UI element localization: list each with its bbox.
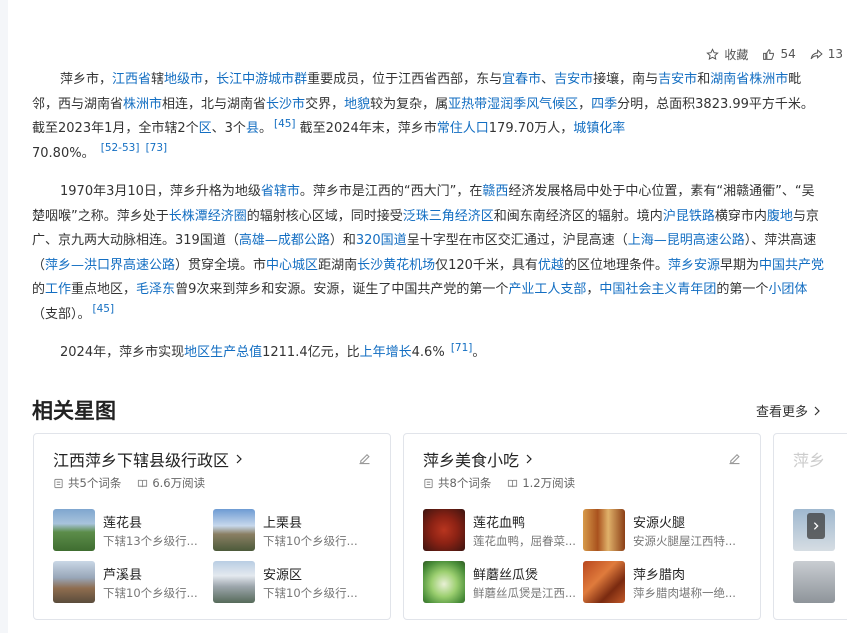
entry-thumbnail xyxy=(793,561,835,603)
entry-thumbnail xyxy=(53,509,95,551)
link[interactable]: 长沙黄花机场 xyxy=(357,258,435,273)
star-entry[interactable]: 安源区 下辖10个乡级行... xyxy=(213,561,378,605)
link[interactable]: 增长 xyxy=(386,345,412,360)
link[interactable]: 长沙市 xyxy=(266,97,305,112)
citation-ref[interactable]: [45] xyxy=(93,303,115,315)
star-icon xyxy=(706,47,720,60)
link[interactable]: 腹地 xyxy=(767,209,793,224)
link[interactable]: 产业工人支部 xyxy=(508,282,586,297)
star-entry[interactable]: 莲花血鸭 莲花血鸭，屈眷菜... xyxy=(423,509,588,553)
link[interactable]: 萍乡安源 xyxy=(668,258,720,273)
edit-icon[interactable] xyxy=(357,451,372,466)
link[interactable]: 长株潭经济圈 xyxy=(169,209,247,224)
chevron-right-icon xyxy=(236,454,242,464)
link[interactable]: 工作 xyxy=(45,282,71,297)
link[interactable]: 江西省 xyxy=(112,72,151,87)
view-more-link[interactable]: 查看更多 xyxy=(756,401,823,420)
book-icon xyxy=(138,479,148,487)
left-gutter xyxy=(0,0,8,633)
entry-toolbar: 收藏 54 13 xyxy=(706,44,847,64)
link[interactable]: 县 xyxy=(246,121,259,136)
entry-thumbnail xyxy=(583,509,625,551)
link[interactable]: 地貌 xyxy=(344,97,370,112)
article-summary: 萍乡市，江西省辖地级市，长江中游城市群重要成员，位于江西省西部，东与宜春市、吉安… xyxy=(32,68,824,366)
share-button[interactable]: 13 xyxy=(810,47,843,61)
entry-thumbnail xyxy=(213,561,255,603)
card-title[interactable]: 江西萍乡下辖县级行政区 xyxy=(53,447,245,471)
citation-ref[interactable]: [52-53] xyxy=(101,142,140,154)
link[interactable]: 地级市 xyxy=(164,72,203,87)
link[interactable]: 中国共产党 xyxy=(759,258,824,273)
star-entry[interactable]: 萍乡腊肉 萍乡腊肉堪称一绝... xyxy=(583,561,748,605)
link[interactable]: 吉安市 xyxy=(554,72,593,87)
card-title: 萍乡 xyxy=(793,451,826,470)
link[interactable]: 320国道 xyxy=(356,233,407,248)
chevron-right-icon xyxy=(814,406,820,415)
entry-thumbnail xyxy=(53,561,95,603)
link[interactable]: 上年 xyxy=(360,345,386,360)
link[interactable]: 长江中游城市群 xyxy=(216,72,307,87)
related-section-title: 相关星图 xyxy=(32,399,116,423)
share-count: 13 xyxy=(827,47,843,61)
star-entry[interactable]: 上栗县 下辖10个乡级行... xyxy=(213,509,378,553)
view-more-label: 查看更多 xyxy=(755,405,808,420)
link[interactable]: 高雄—成都公路 xyxy=(239,233,330,248)
link[interactable]: 优越 xyxy=(538,258,564,273)
entry-thumbnail xyxy=(583,561,625,603)
card-title[interactable]: 萍乡美食小吃 xyxy=(423,447,535,471)
link[interactable]: 区 xyxy=(199,121,212,136)
link[interactable]: 中心城区 xyxy=(266,258,318,273)
entries-icon xyxy=(54,478,63,488)
link[interactable]: 上海—昆明高速公路 xyxy=(628,233,745,248)
link[interactable]: 沪昆铁路 xyxy=(663,209,715,224)
star-entry[interactable]: 莲花县 下辖13个乡级行... xyxy=(53,509,218,553)
citation-ref[interactable]: [45] xyxy=(274,118,296,130)
link[interactable]: 城镇化率 xyxy=(573,121,625,136)
link[interactable]: 中国社会主义青年团 xyxy=(599,282,716,297)
entry-thumbnail xyxy=(423,509,465,551)
link[interactable]: 常住人口 xyxy=(437,121,489,136)
link[interactable]: 吉安市 xyxy=(658,72,697,87)
chevron-right-icon xyxy=(526,454,532,464)
link[interactable]: 毛泽东 xyxy=(136,282,175,297)
star-entry[interactable]: 鲜蘑丝瓜煲 鲜蘑丝瓜煲是江西... xyxy=(423,561,588,605)
carousel-next-button[interactable] xyxy=(807,513,825,539)
entry-thumbnail xyxy=(213,509,255,551)
edit-icon[interactable] xyxy=(727,451,742,466)
book-icon xyxy=(508,479,518,487)
link[interactable]: 萍乡—洪口界高速公路 xyxy=(45,258,175,273)
citation-ref[interactable]: [73] xyxy=(146,142,168,154)
summary-paragraph-2: 1970年3月10日，萍乡升格为地级省辖市。萍乡市是江西的“西大门”，在赣西经济… xyxy=(32,184,824,322)
citation-ref[interactable]: [71] xyxy=(451,342,473,354)
related-card-food[interactable]: 萍乡美食小吃 共8个词条 1.2万阅读 莲花血鸭 莲花血鸭，屈眷菜... 安源火… xyxy=(403,433,761,620)
link[interactable]: 宜春市 xyxy=(502,72,541,87)
link[interactable]: 赣西 xyxy=(482,184,508,199)
entry-thumbnail xyxy=(423,561,465,603)
entries-icon xyxy=(424,478,433,488)
star-entry[interactable]: 芦溪县 下辖10个乡级行... xyxy=(53,561,218,605)
summary-paragraph-1: 萍乡市，江西省辖地级市，长江中游城市群重要成员，位于江西省西部，东与宜春市、吉安… xyxy=(32,72,814,161)
star-entry[interactable]: 安源火腿 安源火腿屋江西特... xyxy=(583,509,748,553)
collect-label: 收藏 xyxy=(724,47,749,62)
card-meta: 共8个词条 1.2万阅读 xyxy=(423,475,591,491)
link[interactable]: 株洲市 xyxy=(749,72,788,87)
link[interactable]: 泛珠三角经济区 xyxy=(403,209,494,224)
related-card-admin[interactable]: 江西萍乡下辖县级行政区 共5个词条 6.6万阅读 莲花县 下辖13个乡级行...… xyxy=(33,433,391,620)
link[interactable]: 四季 xyxy=(591,97,617,112)
link[interactable]: 省辖市 xyxy=(261,184,300,199)
like-count: 54 xyxy=(780,47,796,61)
like-button[interactable]: 54 xyxy=(762,47,796,61)
collect-button[interactable]: 收藏 xyxy=(706,46,748,63)
share-icon xyxy=(810,48,823,59)
summary-paragraph-3: 2024年，萍乡市实现地区生产总值1211.4亿元，比上年增长4.6% [71]… xyxy=(60,341,486,360)
thumbs-up-icon xyxy=(763,48,775,60)
link[interactable]: 亚热带湿润季风气候区 xyxy=(448,97,578,112)
link[interactable]: 地区生产总值 xyxy=(184,345,262,360)
link[interactable]: 小团体 xyxy=(768,282,807,297)
chevron-right-icon xyxy=(813,522,819,530)
link[interactable]: 株洲市 xyxy=(123,97,162,112)
card-meta: 共5个词条 6.6万阅读 xyxy=(53,475,221,491)
link[interactable]: 湖南省 xyxy=(710,72,749,87)
